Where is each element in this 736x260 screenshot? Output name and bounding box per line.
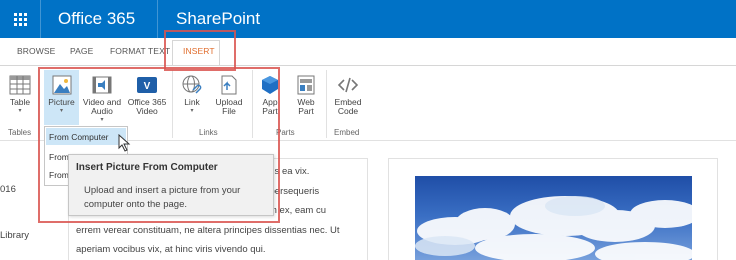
highlight-picture-menu [38, 67, 280, 223]
suite-bar: Office 365 SharePoint [0, 0, 736, 38]
leftnav-item[interactable]: Library [0, 230, 29, 241]
tab-browse[interactable]: BROWSE [17, 46, 55, 56]
table-button[interactable]: Table ▾ [5, 74, 35, 116]
embed-code-button[interactable]: Embed Code [330, 74, 366, 116]
web-part-button[interactable]: Web Part [292, 74, 320, 116]
table-icon [9, 75, 31, 95]
embed-code-icon [337, 77, 359, 93]
tab-format-text[interactable]: FORMAT TEXT [110, 46, 170, 56]
app-launcher-icon[interactable] [0, 0, 40, 38]
group-separator [326, 70, 327, 138]
web-part-icon [297, 75, 315, 95]
sky-clouds-image[interactable] [415, 176, 692, 260]
group-label-tables: Tables [8, 128, 32, 137]
tab-page[interactable]: PAGE [70, 46, 93, 56]
highlight-insert-tab [164, 30, 236, 71]
office365-title[interactable]: Office 365 [58, 0, 135, 38]
leftnav-item[interactable]: 016 [0, 184, 16, 195]
group-label-embed: Embed [334, 128, 360, 137]
